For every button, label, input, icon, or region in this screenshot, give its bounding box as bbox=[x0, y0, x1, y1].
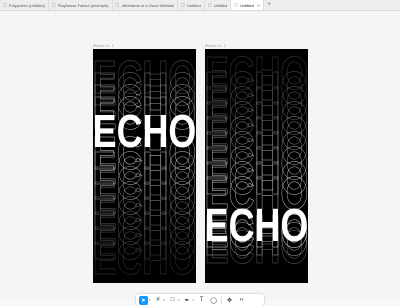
new-tab-button[interactable]: + bbox=[264, 0, 274, 10]
echo-artwork-right: ECHO ECHO ECHO ECHO ECHO ECHO ECHO ECHO … bbox=[205, 49, 308, 273]
rectangle-icon: □ bbox=[170, 297, 175, 303]
frame-icon: # bbox=[156, 297, 160, 303]
chevron-down-icon[interactable]: ▾ bbox=[149, 298, 151, 302]
chevron-down-icon[interactable]: ▾ bbox=[178, 298, 180, 302]
file-icon: ▢ bbox=[3, 2, 7, 7]
echo-headline-left: ECHO bbox=[93, 106, 196, 157]
actions-icon: ✥ bbox=[227, 297, 233, 304]
file-icon: ▢ bbox=[207, 2, 212, 7]
file-icon: ▢ bbox=[115, 2, 120, 7]
tab-wireframe[interactable]: ▢ Wireframe of a Good Website bbox=[113, 0, 179, 10]
tab-bar: ▢ Polypoints (Untitled) ▢ Playhouse Fall… bbox=[0, 0, 400, 11]
tab-untitled-active[interactable]: ▢ Untitled ✕ bbox=[231, 0, 265, 10]
pen-tool-button[interactable]: ✒ bbox=[183, 296, 192, 305]
tab-untitled-2[interactable]: ▢ Untitled bbox=[205, 0, 232, 10]
echo-artwork-left: ECHO ECHO ECHO ECHO ECHO ECHO ECHO ECHO … bbox=[93, 52, 196, 283]
tab-label: Wireframe of a Good Website bbox=[121, 2, 175, 8]
frame-tool-button[interactable]: # bbox=[154, 296, 163, 305]
shape-tool-button[interactable]: □ bbox=[168, 296, 177, 305]
text-tool-button[interactable]: T bbox=[197, 296, 206, 305]
bottom-toolbar: ➤ ▾ # ▾ □ ▾ ✒ ▾ T ◯ ✥ ‹› bbox=[136, 294, 264, 306]
design-canvas[interactable]: iPhone 14 - 1 ECHO ECHO ECHO ECHO ECHO E… bbox=[0, 11, 400, 306]
tab-label: Untitled bbox=[213, 2, 228, 8]
text-icon: T bbox=[199, 297, 204, 303]
chevron-down-icon[interactable]: ▾ bbox=[193, 298, 195, 302]
tab-playhouse-fallout[interactable]: ▢ Playhouse Fallout (example) bbox=[49, 0, 113, 10]
tab-polypoints[interactable]: ▢ Polypoints (Untitled) bbox=[0, 0, 49, 10]
tab-untitled-1[interactable]: ▢ Untitled bbox=[178, 0, 205, 10]
tab-label: Polypoints (Untitled) bbox=[9, 2, 45, 8]
cursor-icon: ➤ bbox=[140, 297, 147, 304]
frame-right[interactable]: ECHO ECHO ECHO ECHO ECHO ECHO ECHO ECHO … bbox=[205, 49, 308, 283]
file-icon: ▢ bbox=[51, 2, 56, 7]
close-icon[interactable]: ✕ bbox=[257, 3, 260, 8]
tab-label: Untitled bbox=[240, 2, 254, 8]
dev-mode-button[interactable]: ‹› bbox=[237, 296, 246, 305]
pen-icon: ✒ bbox=[184, 297, 190, 304]
tab-label: Playhouse Fallout (example) bbox=[57, 2, 109, 8]
frame-left[interactable]: ECHO ECHO ECHO ECHO ECHO ECHO ECHO ECHO … bbox=[93, 49, 196, 283]
echo-outline: ECHO bbox=[93, 233, 196, 283]
code-icon: ‹› bbox=[239, 297, 244, 303]
frame-label-right[interactable]: iPhone 14 - 2 bbox=[205, 44, 226, 48]
actions-tool-button[interactable]: ✥ bbox=[225, 296, 234, 305]
toolbar-divider bbox=[221, 296, 223, 304]
file-icon: ▢ bbox=[181, 2, 185, 7]
frame-label-left[interactable]: iPhone 14 - 1 bbox=[93, 44, 114, 48]
file-icon: ▢ bbox=[234, 2, 239, 7]
comment-icon: ◯ bbox=[210, 297, 217, 304]
comment-tool-button[interactable]: ◯ bbox=[209, 296, 218, 305]
echo-headline-right: ECHO bbox=[205, 200, 308, 251]
move-tool-button[interactable]: ➤ bbox=[139, 295, 148, 305]
tab-label: Untitled bbox=[187, 2, 201, 8]
chevron-down-icon[interactable]: ▾ bbox=[164, 298, 166, 302]
